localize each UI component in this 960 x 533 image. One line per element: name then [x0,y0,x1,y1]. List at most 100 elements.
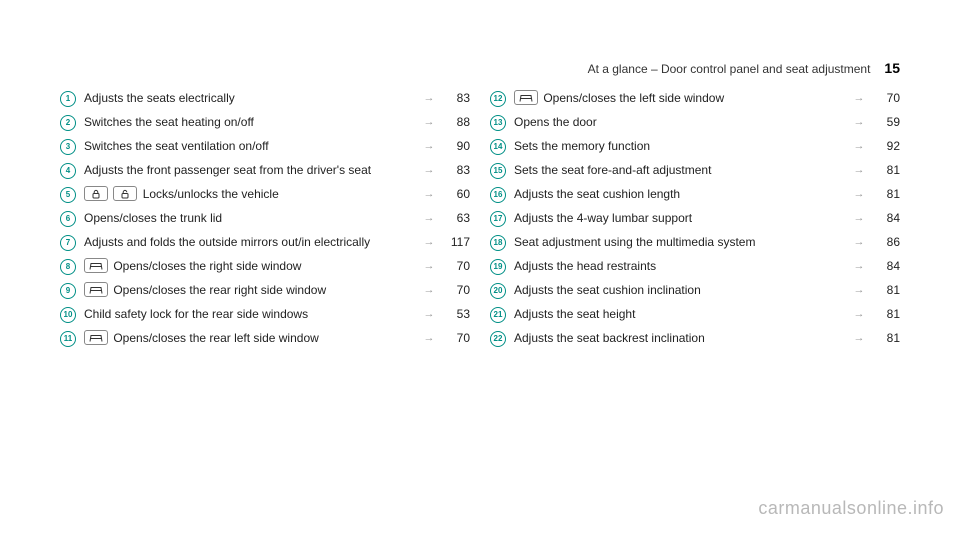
list-item: 19 Adjusts the head restraints →84 [490,258,900,275]
page-ref-arrow-icon: → [420,282,438,298]
item-text: Switches the seat heating on/off [84,115,254,129]
item-text: Adjusts the seat height [514,307,635,321]
item-number-badge: 13 [490,115,506,131]
page-ref-number: 81 [868,186,900,202]
page-ref-number: 53 [438,306,470,322]
item-description: Sets the memory function [514,138,850,154]
page-ref-number: 92 [868,138,900,154]
page-ref-arrow-icon: → [850,330,868,346]
item-description: Seat adjustment using the multimedia sys… [514,234,850,250]
item-text: Opens the door [514,115,597,129]
list-item: 8 Opens/closes the right side window→70 [60,258,470,275]
item-description: Switches the seat heating on/off [84,114,420,130]
page-ref-number: 70 [438,282,470,298]
page-ref-arrow-icon: → [850,186,868,202]
item-number-badge: 17 [490,211,506,227]
item-description: Adjusts the head restraints [514,258,850,274]
item-number-badge: 4 [60,163,76,179]
page-ref-arrow-icon: → [420,114,438,130]
page-ref-number: 90 [438,138,470,154]
page-ref-arrow-icon: → [420,234,438,250]
item-text: Adjusts the head restraints [514,259,656,273]
item-text: Child safety lock for the rear side wind… [84,307,308,321]
page-ref-arrow-icon: → [850,210,868,226]
item-number-badge: 15 [490,163,506,179]
list-item: 14 Sets the memory function →92 [490,138,900,155]
item-number-badge: 6 [60,211,76,227]
item-description: Adjusts and folds the outside mirrors ou… [84,234,420,250]
item-text: Locks/unlocks the vehicle [143,187,279,201]
item-text: Opens/closes the rear left side window [113,331,318,345]
item-number-badge: 18 [490,235,506,251]
list-item: 4 Adjusts the front passenger seat from t… [60,162,470,179]
page-ref-arrow-icon: → [420,186,438,202]
item-number-badge: 12 [490,91,506,107]
item-number-badge: 1 [60,91,76,107]
left-column: 1Adjusts the seats electrically→832Switc… [60,90,470,354]
item-text: Adjusts the seat backrest inclination [514,331,705,345]
page-ref-number: 81 [868,162,900,178]
item-text: Opens/closes the rear right side window [113,283,326,297]
item-text: Sets the memory function [514,139,650,153]
item-description: Switches the seat ventilation on/off [84,138,420,154]
item-text: Switches the seat ventilation on/off [84,139,269,153]
list-item: 15Sets the seat fore-and-aft adjustment→… [490,162,900,179]
item-text: Opens/closes the right side window [113,259,301,273]
lock-closed-icon [84,186,108,201]
item-number-badge: 3 [60,139,76,155]
list-item: 5 Locks/unlocks the vehicle→60 [60,186,470,203]
page-ref-number: 83 [438,90,470,106]
page-ref-arrow-icon: → [850,138,868,154]
item-text: Adjusts the seats electrically [84,91,235,105]
item-number-badge: 16 [490,187,506,203]
page-ref-arrow-icon: → [850,258,868,274]
page-ref-arrow-icon: → [850,306,868,322]
page-ref-number: 60 [438,186,470,202]
item-description: Adjusts the seats electrically [84,90,420,106]
item-number-badge: 19 [490,259,506,275]
page-ref-number: 117 [438,234,470,250]
item-description: Adjusts the 4-way lumbar support [514,210,850,226]
header-title: At a glance – Door control panel and sea… [588,62,871,76]
page-ref-arrow-icon: → [420,306,438,322]
item-text: Seat adjustment using the multimedia sys… [514,235,755,249]
item-number-badge: 21 [490,307,506,323]
item-number-badge: 10 [60,307,76,323]
item-text: Adjusts the front passenger seat from th… [84,163,371,177]
item-text: Adjusts and folds the outside mirrors ou… [84,235,370,249]
list-item: 6Opens/closes the trunk lid→63 [60,210,470,227]
list-item: 21Adjusts the seat height→81 [490,306,900,323]
page-ref-number: 70 [438,330,470,346]
list-item: 9 Opens/closes the rear right side windo… [60,282,470,299]
watermark: carmanualsonline.info [758,498,944,519]
page-ref-arrow-icon: → [420,210,438,226]
item-number-badge: 8 [60,259,76,275]
page-ref-number: 81 [868,282,900,298]
list-item: 22Adjusts the seat backrest inclination→… [490,330,900,347]
list-item: 18 Seat adjustment using the multimedia s… [490,234,900,251]
page-ref-arrow-icon: → [850,90,868,106]
item-text: Opens/closes the left side window [543,91,724,105]
item-description: Opens/closes the right side window [84,258,420,274]
list-item: 7 Adjusts and folds the outside mirrors o… [60,234,470,251]
item-number-badge: 9 [60,283,76,299]
list-item: 1Adjusts the seats electrically→83 [60,90,470,107]
item-description: Adjusts the front passenger seat from th… [84,162,420,178]
page-ref-number: 84 [868,258,900,274]
item-number-badge: 11 [60,331,76,347]
list-item: 3Switches the seat ventilation on/off→90 [60,138,470,155]
list-item: 20Adjusts the seat cushion inclination→8… [490,282,900,299]
page-ref-arrow-icon: → [850,282,868,298]
page-ref-arrow-icon: → [850,234,868,250]
item-description: Adjusts the seat backrest inclination [514,330,850,346]
item-number-badge: 14 [490,139,506,155]
page-header: At a glance – Door control panel and sea… [60,60,900,76]
window-icon [84,258,108,273]
item-description: Opens/closes the rear left side window [84,330,420,346]
item-text: Adjusts the seat cushion inclination [514,283,701,297]
item-text: Opens/closes the trunk lid [84,211,222,225]
list-item: 17Adjusts the 4-way lumbar support→84 [490,210,900,227]
page-ref-number: 81 [868,330,900,346]
item-description: Locks/unlocks the vehicle [84,186,420,202]
item-number-badge: 7 [60,235,76,251]
